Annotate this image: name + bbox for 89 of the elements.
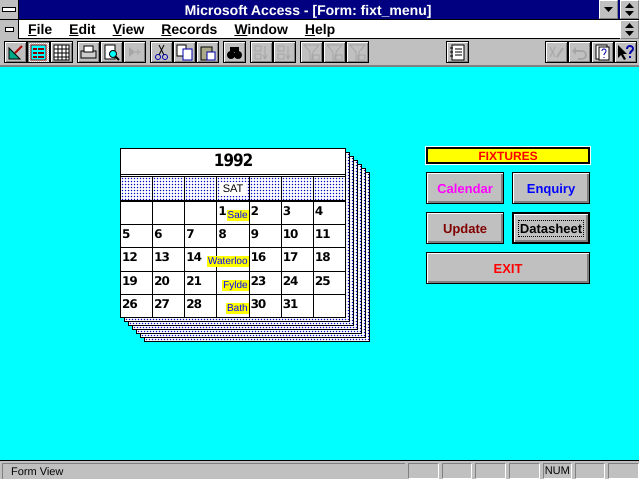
menu-item[interactable]: View [104,21,152,37]
day-number: 25 [314,274,330,288]
day-number: 10 [282,227,298,242]
event-label: Waterloo [206,256,249,268]
day-number: 16 [250,250,266,264]
status-indicator [574,463,606,479]
notebook-icon [448,44,466,60]
system-menu-button[interactable] [0,0,19,19]
sort-descending-icon [276,44,293,60]
status-indicator [408,463,439,479]
menu-item[interactable]: File [19,21,60,37]
day-number: 19 [121,274,137,288]
toolbar-button[interactable] [100,41,123,63]
weekday-label: SAT [220,182,246,196]
toolbar-button[interactable] [614,41,637,63]
day-number: 5 [121,227,130,242]
sort-ascending-icon [253,44,270,60]
toolbar-button[interactable] [77,41,100,63]
paste-icon [199,44,216,60]
day-number: 24 [282,274,298,288]
menu-item[interactable]: Help [296,21,344,37]
weekday-cell [314,177,345,200]
event-label: Fylde [222,280,249,291]
day-number: 2 [250,204,258,218]
status-indicator: NUM [542,463,572,479]
up-down-arrows-icon [625,22,634,36]
menu-item[interactable]: Records [152,21,226,37]
day-number: 11 [314,227,330,242]
day-number: 3 [282,204,290,218]
day-number: 1 [217,204,226,218]
day-number: 20 [153,274,169,288]
form-button[interactable]: Enquiry [512,172,590,204]
panel-title: FIXTURES [426,147,590,164]
menu-item[interactable]: Edit [60,21,104,37]
day-number: 31 [282,296,298,311]
day-number: 9 [250,227,258,242]
day-number: 13 [153,250,169,264]
day-number: 27 [153,296,169,311]
toolbar-button[interactable] [50,41,73,63]
menu-item[interactable]: Window [225,21,296,37]
triangle-pencil-icon [7,44,24,60]
toolbar-button[interactable] [196,41,219,63]
form-icon [30,44,47,60]
toolbar-button[interactable] [223,41,246,63]
toolbar-button[interactable] [173,41,196,63]
day-number: 14 [185,250,201,264]
day-number: 12 [121,250,137,264]
restore-button[interactable] [620,20,639,38]
grid-icon [53,44,70,60]
toolbar-button[interactable] [27,41,50,63]
up-down-arrows-icon [625,3,634,16]
toolbar-button[interactable] [446,41,468,63]
status-indicator [442,463,472,479]
form-button[interactable]: Update [426,212,504,244]
status-indicator [509,463,540,479]
day-number: 4 [314,204,322,218]
day-number: 8 [217,227,226,242]
status-indicator [475,463,506,479]
triangle-down-icon [604,7,613,12]
status-indicator [608,463,639,479]
printer-icon [80,44,97,60]
copy-icon [176,44,193,60]
day-number: 6 [153,227,162,242]
magnifier-page-icon [103,44,120,60]
document-menu-button[interactable] [0,20,19,38]
day-number: 23 [250,274,266,288]
day-number: 7 [185,227,194,242]
day-number: 28 [185,296,201,311]
restore-button[interactable] [620,0,639,19]
day-number: 26 [121,296,137,311]
event-label: Sale [226,210,249,221]
question-card-icon [594,44,611,60]
status-message: Form View [2,463,406,479]
day-number: 21 [185,274,201,288]
toolbar-button[interactable] [4,41,27,63]
window-title: Microsoft Access - [Form: fixt_menu] [184,2,432,18]
form-button[interactable]: Datasheet [512,212,590,244]
funnel-icon [349,44,366,60]
event-label: Bath [226,302,249,314]
toolbar-button[interactable] [150,41,173,63]
funnel-icon [326,44,343,60]
day-number: 30 [250,296,266,311]
day-number: 18 [314,250,330,264]
minimize-button[interactable] [599,0,618,19]
scissors-icon [153,44,170,60]
day-number: 17 [282,250,298,264]
funnel-pencil-icon [303,44,320,60]
help-pointer-icon [617,44,634,60]
toolbar-button[interactable] [591,41,614,63]
